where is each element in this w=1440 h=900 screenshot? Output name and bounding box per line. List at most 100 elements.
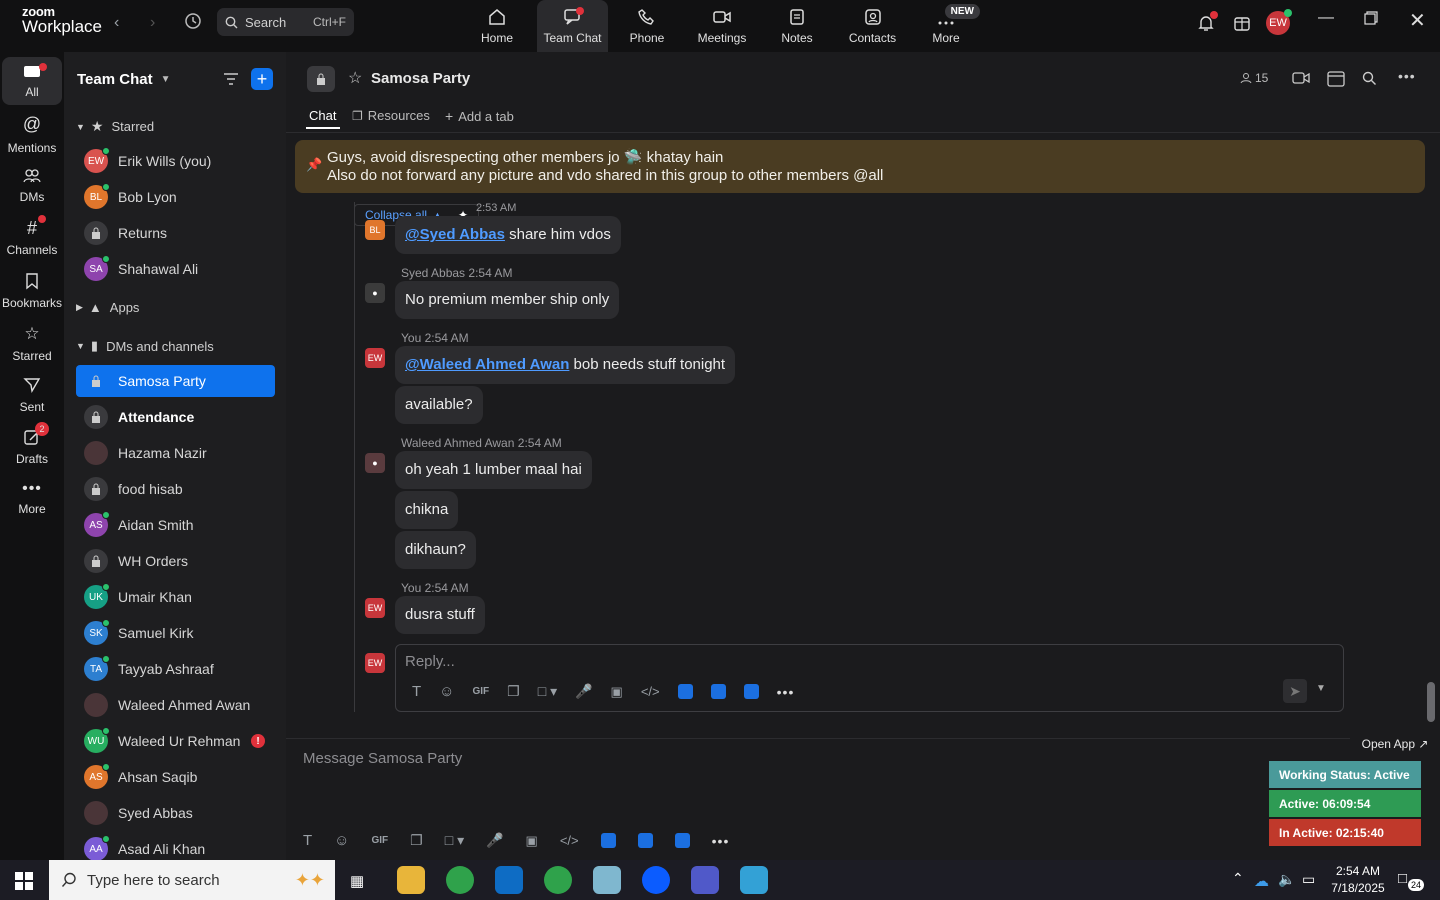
- rail-dms[interactable]: DMs: [2, 168, 62, 204]
- calendar-icon[interactable]: [1327, 70, 1345, 90]
- app-zoom-icon[interactable]: [637, 833, 653, 848]
- history-icon[interactable]: [184, 12, 202, 35]
- message-bubble[interactable]: @Waleed Ahmed Awan bob needs stuff tonig…: [395, 346, 736, 384]
- sidebar-item-returns[interactable]: Returns: [76, 217, 275, 249]
- nav-meetings[interactable]: Meetings: [690, 0, 754, 52]
- sidebar-item-attendance[interactable]: Attendance: [76, 401, 275, 433]
- open-app-button[interactable]: Open App ↗: [1350, 734, 1440, 754]
- sidebar-item-syed-abbas[interactable]: Syed Abbas: [76, 797, 275, 829]
- sidebar-item-shahawal-ali[interactable]: SA Shahawal Ali: [76, 253, 275, 285]
- app-icon[interactable]: [593, 866, 621, 894]
- send-button[interactable]: ➤: [1283, 679, 1307, 703]
- search-icon[interactable]: [1362, 71, 1377, 89]
- rail-more[interactable]: ••• More: [2, 480, 62, 516]
- clock[interactable]: 2:54 AM 7/18/2025: [1326, 863, 1390, 897]
- sidebar-item-food-hisab[interactable]: food hisab: [76, 473, 275, 505]
- app-zoom-icon[interactable]: [710, 684, 726, 699]
- channel-title[interactable]: Samosa Party: [371, 70, 470, 87]
- onedrive-icon[interactable]: ☁: [1254, 872, 1269, 890]
- sidebar-item-tayyab-ashraaf[interactable]: TA Tayyab Ashraaf: [76, 653, 275, 685]
- message-bubble[interactable]: chikna: [395, 491, 459, 529]
- message-bubble[interactable]: dikhaun?: [395, 531, 476, 569]
- nav-notes[interactable]: Notes: [772, 0, 822, 52]
- sidebar-item-samosa-party[interactable]: Samosa Party: [76, 365, 275, 397]
- microphone-icon[interactable]: 🎤: [486, 832, 503, 849]
- rail-starred[interactable]: ☆ Starred: [2, 324, 62, 363]
- text-format-icon[interactable]: T: [303, 832, 312, 849]
- more-options-icon[interactable]: •••: [1398, 68, 1416, 84]
- gif-icon[interactable]: GIF: [473, 686, 490, 697]
- notification-icon[interactable]: □: [1398, 870, 1407, 887]
- more-apps-icon[interactable]: •••: [712, 833, 730, 849]
- message-bubble[interactable]: dusra stuff: [395, 596, 485, 634]
- bell-icon[interactable]: [1196, 11, 1218, 36]
- sidebar-item-ahsan-saqib[interactable]: AS Ahsan Saqib: [76, 761, 275, 793]
- minimize-icon[interactable]: —: [1318, 9, 1334, 27]
- message-bubble[interactable]: @Syed Abbas share him vdos: [395, 216, 621, 254]
- file-explorer-icon[interactable]: [397, 866, 425, 894]
- scrollbar-thumb[interactable]: [1427, 682, 1435, 722]
- video-call-icon[interactable]: [1292, 71, 1310, 88]
- calendar-gift-icon[interactable]: [1233, 14, 1251, 35]
- sidebar-item-waleed-ur-rehman[interactable]: WU Waleed Ur Rehman!: [76, 725, 275, 757]
- compose-input[interactable]: Message Samosa Party: [303, 750, 462, 767]
- file-icon[interactable]: ❐: [410, 832, 423, 849]
- app-icon-2[interactable]: [740, 866, 768, 894]
- new-chat-plus-icon[interactable]: +: [251, 68, 273, 90]
- sidebar-item-hazama-nazir[interactable]: Hazama Nazir: [76, 437, 275, 469]
- member-count[interactable]: 15: [1240, 71, 1268, 85]
- filter-icon[interactable]: [223, 72, 239, 89]
- nav-more[interactable]: NEW More: [922, 0, 980, 52]
- taskbar-search[interactable]: Type here to search ✦✦: [49, 860, 335, 900]
- message-bubble[interactable]: oh yeah 1 lumber maal hai: [395, 451, 592, 489]
- code-icon[interactable]: </>: [641, 684, 660, 699]
- text-format-icon[interactable]: T: [412, 683, 421, 700]
- sidebar-item-umair-khan[interactable]: UK Umair Khan: [76, 581, 275, 613]
- nav-phone[interactable]: Phone: [622, 0, 672, 52]
- section-starred[interactable]: ▼ ★ Starred: [76, 118, 154, 135]
- screenshot-icon[interactable]: □ ▾: [538, 683, 557, 700]
- sidebar-title[interactable]: Team Chat ▼: [77, 71, 170, 88]
- send-options-chevron-icon[interactable]: ▼: [1316, 683, 1326, 694]
- app-docs-icon[interactable]: [677, 684, 693, 699]
- forward-arrow-icon[interactable]: ›: [150, 14, 155, 32]
- volume-icon[interactable]: 🔈: [1278, 871, 1295, 888]
- chrome-icon[interactable]: [446, 866, 474, 894]
- tab-chat[interactable]: Chat: [309, 108, 336, 123]
- tab-resources[interactable]: ❐ Resources: [352, 108, 430, 123]
- app-docs-icon[interactable]: [600, 833, 616, 848]
- pinned-message[interactable]: 📌 Guys, avoid disrespecting other member…: [295, 140, 1425, 193]
- sidebar-item-erik-wills-you-[interactable]: EW Erik Wills (you): [76, 145, 275, 177]
- sidebar-item-bob-lyon[interactable]: BL Bob Lyon: [76, 181, 275, 213]
- app-chat-icon[interactable]: [674, 833, 690, 848]
- chrome-profile-icon[interactable]: [544, 866, 572, 894]
- message-bubble[interactable]: available?: [395, 386, 483, 424]
- task-view-icon[interactable]: ▦: [350, 872, 364, 890]
- windows-start-icon[interactable]: [15, 872, 33, 893]
- rail-bookmarks[interactable]: Bookmarks: [2, 272, 62, 310]
- teams-icon[interactable]: [691, 866, 719, 894]
- tab-add[interactable]: + Add a tab: [445, 108, 514, 124]
- zoom-taskbar-icon[interactable]: [642, 866, 670, 894]
- video-message-icon[interactable]: ▣: [526, 833, 538, 849]
- nav-home[interactable]: Home: [472, 0, 522, 52]
- nav-team-chat[interactable]: Team Chat: [537, 0, 608, 52]
- reply-box[interactable]: Reply... T ☺ GIF ❐ □ ▾ 🎤 ▣ </> ••• ➤ ▼: [395, 644, 1344, 712]
- sidebar-item-wh-orders[interactable]: WH Orders: [76, 545, 275, 577]
- message-bubble[interactable]: No premium member ship only: [395, 281, 620, 319]
- outlook-icon[interactable]: [495, 866, 523, 894]
- network-icon[interactable]: ▭: [1302, 871, 1315, 888]
- nav-contacts[interactable]: Contacts: [845, 0, 900, 52]
- emoji-icon[interactable]: ☺: [439, 683, 454, 700]
- rail-sent[interactable]: Sent: [2, 376, 62, 414]
- sidebar-item-aidan-smith[interactable]: AS Aidan Smith: [76, 509, 275, 541]
- section-apps[interactable]: ▶ ▲ Apps: [76, 300, 139, 315]
- tray-chevron-icon[interactable]: ⌃: [1232, 870, 1244, 887]
- search-bar[interactable]: Search Ctrl+F: [217, 8, 354, 36]
- close-icon[interactable]: ✕: [1409, 8, 1426, 33]
- restore-icon[interactable]: [1364, 11, 1378, 30]
- section-dms-channels[interactable]: ▼ ▮ DMs and channels: [76, 338, 214, 354]
- sidebar-item-waleed-ahmed-awan[interactable]: Waleed Ahmed Awan: [76, 689, 275, 721]
- rail-drafts[interactable]: 2 Drafts: [2, 422, 62, 466]
- code-icon[interactable]: </>: [560, 833, 579, 848]
